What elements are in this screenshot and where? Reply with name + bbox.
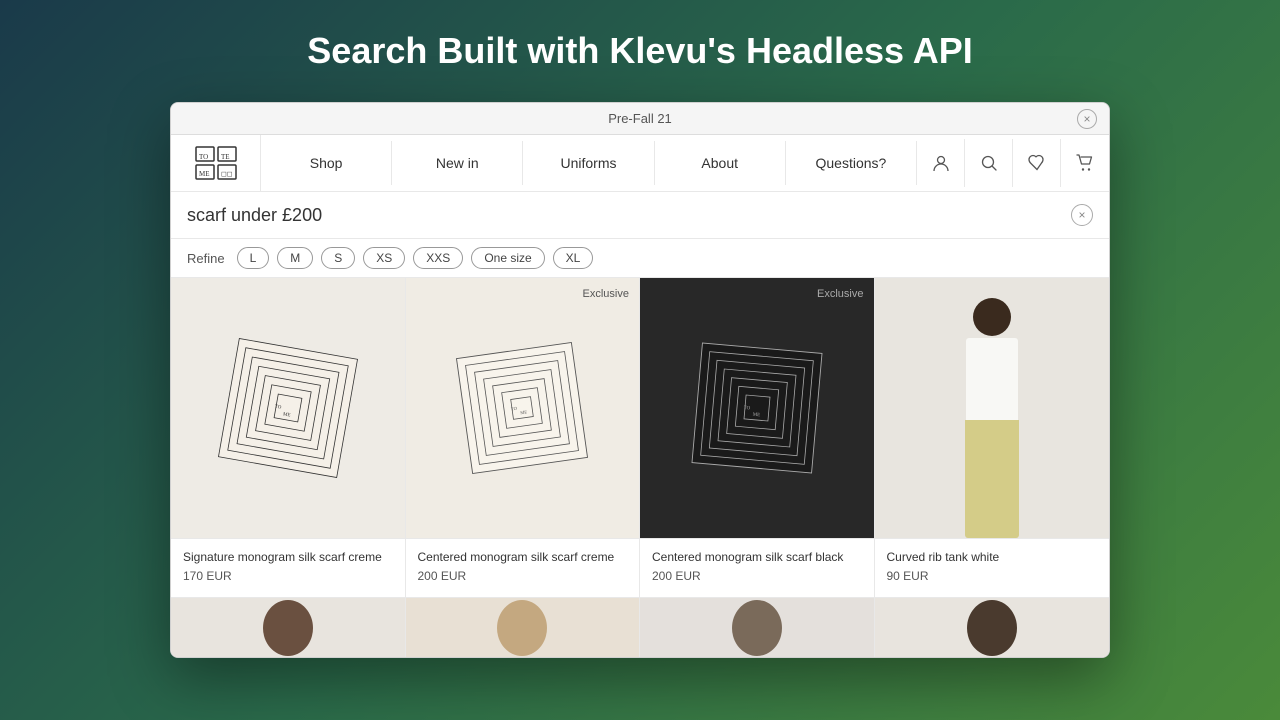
model-figure <box>875 278 1110 538</box>
scarf-svg-1: TO ME <box>213 333 363 483</box>
product-price-2: 200 EUR <box>418 569 628 583</box>
product-image-2: Exclusive TO ME <box>406 278 640 538</box>
account-button[interactable] <box>917 139 965 187</box>
model-torso <box>966 338 1018 420</box>
product-name-2: Centered monogram silk scarf creme <box>418 549 628 566</box>
filter-XS[interactable]: XS <box>363 247 405 269</box>
product-bottom-3 <box>640 598 875 657</box>
logo-icon: TO TE ME ◻◻ <box>194 145 238 181</box>
svg-text:ME: ME <box>520 409 528 415</box>
search-icon <box>980 154 998 172</box>
product-bottom-4 <box>875 598 1110 657</box>
model-pants <box>965 420 1019 538</box>
filter-one-size[interactable]: One size <box>471 247 544 269</box>
product-card-1[interactable]: TO ME Signature monogram silk scarf crem… <box>171 278 406 597</box>
page-title: Search Built with Klevu's Headless API <box>307 30 972 72</box>
svg-text:TE: TE <box>221 153 230 161</box>
filter-XXS[interactable]: XXS <box>413 247 463 269</box>
product-image-4 <box>875 278 1110 538</box>
svg-text:TO: TO <box>199 153 208 161</box>
cart-button[interactable] <box>1061 139 1109 187</box>
exclusive-badge-2: Exclusive <box>583 288 629 300</box>
wishlist-button[interactable] <box>1013 139 1061 187</box>
svg-text:◻◻: ◻◻ <box>221 170 233 178</box>
product-price-4: 90 EUR <box>887 569 1098 583</box>
exclusive-badge-3: Exclusive <box>817 288 863 300</box>
wishlist-icon <box>1028 154 1046 172</box>
product-name-1: Signature monogram silk scarf creme <box>183 549 393 566</box>
scarf-svg-2: TO ME <box>447 333 597 483</box>
products-grid-bottom <box>171 597 1109 657</box>
model-head <box>973 298 1011 336</box>
filter-L[interactable]: L <box>237 247 270 269</box>
search-bar: × <box>171 192 1109 239</box>
search-button[interactable] <box>965 139 1013 187</box>
filter-S[interactable]: S <box>321 247 355 269</box>
product-card-3[interactable]: Exclusive TO ME <box>640 278 875 597</box>
product-bottom-2 <box>406 598 641 657</box>
browser-close-button[interactable]: × <box>1077 109 1097 129</box>
svg-text:TO: TO <box>743 406 750 412</box>
product-price-3: 200 EUR <box>652 569 862 583</box>
product-price-1: 170 EUR <box>183 569 393 583</box>
nav-item-about[interactable]: About <box>655 141 786 185</box>
navigation-bar: TO TE ME ◻◻ Shop New in Uniforms About Q… <box>171 135 1109 192</box>
search-clear-button[interactable]: × <box>1071 204 1093 226</box>
partial-product-2 <box>492 598 552 657</box>
product-card-4[interactable]: Curved rib tank white 90 EUR <box>875 278 1110 597</box>
nav-logo[interactable]: TO TE ME ◻◻ <box>171 135 261 191</box>
browser-window: Pre-Fall 21 × TO TE ME ◻◻ <box>170 102 1110 658</box>
nav-item-uniforms[interactable]: Uniforms <box>523 141 654 185</box>
cart-icon <box>1076 154 1094 172</box>
browser-chrome: Pre-Fall 21 × <box>171 103 1109 135</box>
partial-product-1 <box>258 598 318 657</box>
account-icon <box>932 154 950 172</box>
partial-product-3 <box>727 598 787 657</box>
nav-items: Shop New in Uniforms About Questions? <box>261 141 917 185</box>
svg-text:ME: ME <box>752 413 760 419</box>
product-image-1: TO ME <box>171 278 405 538</box>
nav-item-shop[interactable]: Shop <box>261 141 392 185</box>
refine-bar: Refine L M S XS XXS One size XL <box>171 239 1109 278</box>
refine-label: Refine <box>187 251 225 266</box>
product-name-3: Centered monogram silk scarf black <box>652 549 862 566</box>
browser-tab-title: Pre-Fall 21 <box>608 111 672 126</box>
nav-item-questions[interactable]: Questions? <box>786 141 917 185</box>
filter-XL[interactable]: XL <box>553 247 594 269</box>
product-info-2: Centered monogram silk scarf creme 200 E… <box>406 538 640 597</box>
product-image-3: Exclusive TO ME <box>640 278 874 538</box>
product-info-3: Centered monogram silk scarf black 200 E… <box>640 538 874 597</box>
svg-text:ME: ME <box>199 170 210 178</box>
product-bottom-1 <box>171 598 406 657</box>
filter-M[interactable]: M <box>277 247 313 269</box>
model-body <box>952 298 1032 538</box>
products-grid: TO ME Signature monogram silk scarf crem… <box>171 278 1109 597</box>
partial-product-4 <box>962 598 1022 657</box>
product-card-2[interactable]: Exclusive TO ME <box>406 278 641 597</box>
scarf-svg-3: TO ME <box>682 333 832 483</box>
product-name-4: Curved rib tank white <box>887 549 1098 566</box>
search-input[interactable] <box>187 205 1071 226</box>
nav-icons <box>917 139 1109 187</box>
product-info-4: Curved rib tank white 90 EUR <box>875 538 1110 597</box>
nav-item-new-in[interactable]: New in <box>392 141 523 185</box>
product-info-1: Signature monogram silk scarf creme 170 … <box>171 538 405 597</box>
